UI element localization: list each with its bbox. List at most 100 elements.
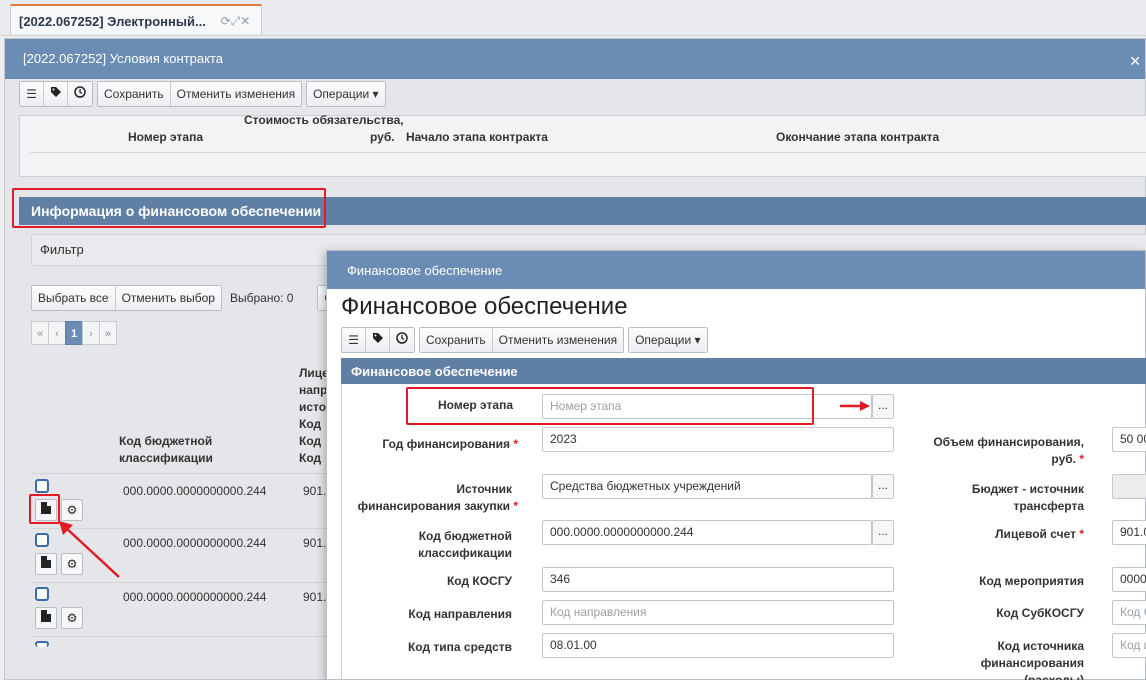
contract-toolbar: ☰ Сохранить Отменить изменения Операции …	[19, 81, 386, 107]
icon-button-group: ☰	[341, 327, 415, 353]
tab-strip: [2022.067252] Электронный... ⟳⤢✕	[0, 0, 1146, 36]
kosgu-label: Код КОСГУ	[446, 574, 512, 588]
volume-input[interactable]: 50 00	[1112, 427, 1146, 452]
select-all-button[interactable]: Выбрать все	[32, 286, 116, 310]
source-picker-button[interactable]: ...	[872, 474, 894, 499]
col-cost-line2: руб.	[370, 130, 395, 144]
fin-source-label-line3: (расходы)	[1024, 673, 1084, 680]
grid-head-kbk-line2: классификации	[119, 451, 213, 465]
deselect-button[interactable]: Отменить выбор	[115, 286, 221, 310]
document-icon[interactable]	[35, 553, 57, 575]
col-stage-end: Окончание этапа контракта	[776, 130, 940, 144]
highlight-financial-section	[12, 188, 326, 228]
grid-separator	[31, 473, 331, 474]
col-stage-start: Начало этапа контракта	[406, 130, 548, 144]
cancel-changes-button[interactable]: Отменить изменения	[170, 82, 302, 106]
financial-form: Номер этапа Номер этапа ... Год финансир…	[341, 384, 1146, 680]
contract-window-title: [2022.067252] Условия контракта	[5, 39, 1145, 79]
row-kbk: 000.0000.0000000000.244	[123, 590, 267, 604]
means-type-input[interactable]: 08.01.00	[542, 633, 894, 658]
source-input[interactable]: Средства бюджетных учреждений	[542, 474, 872, 499]
direction-input[interactable]: Код направления	[542, 600, 894, 625]
kbk-label-line1: Код бюджетной	[418, 529, 512, 543]
financial-support-window: Финансовое обеспечение Финансовое обеспе…	[326, 250, 1146, 680]
annotation-arrow-icon	[840, 401, 870, 411]
row-checkbox[interactable]	[35, 641, 49, 647]
page-last-button[interactable]: »	[99, 321, 117, 345]
page-prev-button[interactable]: ‹	[48, 321, 66, 345]
financial-window-header: Финансовое обеспечение	[327, 251, 1145, 289]
icon-button-group: ☰	[19, 81, 93, 107]
source-label-line2: финансирования закупки *	[357, 499, 518, 513]
grid-head-col2-line4: Код	[299, 417, 322, 431]
event-input[interactable]: 0000	[1112, 567, 1146, 592]
fin-source-input[interactable]: Код и	[1112, 633, 1146, 658]
grid-head-kbk-line1: Код бюджетной	[119, 434, 213, 448]
gear-icon[interactable]: ⚙	[61, 607, 83, 629]
selection-toolbar: Выбрать все Отменить выбор Выбрано: 0 О	[31, 285, 341, 311]
kbk-label-line2: классификации	[418, 546, 512, 560]
budget-source-label-line1: Бюджет - источник	[971, 482, 1084, 496]
grid-head-col2-line3: исто	[299, 400, 327, 414]
grid-head-col2-line1: Лице	[299, 366, 329, 380]
col-cost-line1: Стоимость обязательства,	[244, 113, 404, 127]
row-checkbox[interactable]	[35, 587, 49, 601]
row-kbk: 000.0000.0000000000.244	[123, 536, 267, 550]
annotation-arrow-icon	[59, 521, 120, 578]
financial-toolbar: ☰ Сохранить Отменить изменения Операции …	[341, 327, 708, 353]
kbk-picker-button[interactable]: ...	[872, 520, 894, 545]
grid-separator	[31, 636, 331, 637]
volume-label-line2: руб. *	[1051, 452, 1084, 466]
contract-stages-table: Номер этапа Стоимость обязательства, руб…	[19, 113, 1146, 177]
pagination: « ‹ 1 › »	[31, 321, 117, 345]
grid-head-col2-line5: Код	[299, 434, 322, 448]
close-icon[interactable]: ✕	[1129, 53, 1141, 70]
page-1-button[interactable]: 1	[65, 321, 83, 345]
save-button[interactable]: Сохранить	[420, 328, 493, 352]
event-label: Код мероприятия	[979, 574, 1084, 588]
means-type-label: Код типа средств	[407, 640, 512, 654]
subkosgu-label: Код СубКОСГУ	[996, 606, 1084, 620]
page-next-button[interactable]: ›	[82, 321, 100, 345]
year-input[interactable]: 2023	[542, 427, 894, 452]
year-label: Год финансирования *	[382, 437, 518, 451]
table-divider	[30, 152, 1146, 153]
document-icon[interactable]	[35, 607, 57, 629]
tag-icon[interactable]	[366, 328, 390, 352]
menu-icon[interactable]: ☰	[342, 328, 366, 352]
history-clock-icon[interactable]	[390, 328, 414, 352]
selected-count: Выбрано: 0	[229, 291, 294, 305]
highlight-stage-number	[406, 387, 814, 425]
operations-group: Операции ▾	[628, 327, 708, 353]
stage-number-picker-button[interactable]: ...	[872, 394, 894, 419]
tag-icon[interactable]	[44, 82, 68, 106]
account-input[interactable]: 901.0	[1112, 520, 1146, 545]
budget-source-label-line2: трансферта	[1013, 499, 1084, 513]
financial-section-header[interactable]: Финансовое обеспечение	[341, 358, 1146, 384]
row-kbk: 000.0000.0000000000.244	[123, 484, 267, 498]
fin-source-label-line2: финансирования	[980, 656, 1084, 670]
history-clock-icon[interactable]	[68, 82, 92, 106]
document-tab-title: [2022.067252] Электронный...	[19, 14, 206, 30]
volume-label-line1: Объем финансирования,	[933, 435, 1084, 449]
subkosgu-input[interactable]: Код С	[1112, 600, 1146, 625]
save-button[interactable]: Сохранить	[98, 82, 171, 106]
col-stage-number: Номер этапа	[128, 130, 203, 144]
selection-group: Выбрать все Отменить выбор	[31, 285, 222, 311]
menu-icon[interactable]: ☰	[20, 82, 44, 106]
save-group: Сохранить Отменить изменения	[419, 327, 625, 353]
budget-source-input[interactable]	[1112, 474, 1146, 499]
document-tab[interactable]: [2022.067252] Электронный... ⟳⤢✕	[10, 4, 262, 34]
grid-head-col2-line6: Код	[299, 451, 322, 465]
page-first-button[interactable]: «	[31, 321, 49, 345]
tab-controls-icon[interactable]: ⟳⤢✕	[221, 14, 251, 29]
kosgu-input[interactable]: 346	[542, 567, 894, 592]
row-checkbox[interactable]	[35, 479, 49, 493]
direction-label: Код направления	[408, 607, 512, 621]
cancel-changes-button[interactable]: Отменить изменения	[492, 328, 624, 352]
operations-dropdown[interactable]: Операции ▾	[307, 82, 385, 106]
page-title: Финансовое обеспечение	[341, 293, 628, 320]
kbk-input[interactable]: 000.0000.0000000000.244	[542, 520, 872, 545]
row-checkbox[interactable]	[35, 533, 49, 547]
operations-dropdown[interactable]: Операции ▾	[629, 328, 707, 352]
